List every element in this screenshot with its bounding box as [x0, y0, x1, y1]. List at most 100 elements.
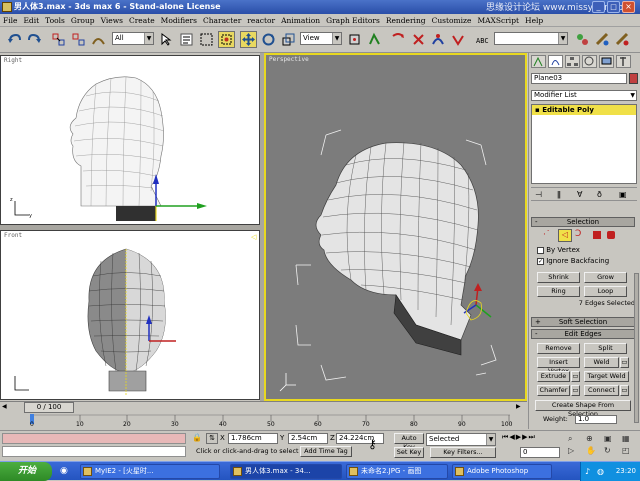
zoom-extents-all-icon[interactable]: ▦	[622, 434, 630, 443]
close-icon[interactable]: ×	[622, 1, 635, 13]
mirror-icon[interactable]	[390, 31, 407, 48]
menu-edit[interactable]: Edit	[20, 14, 42, 26]
pin-stack-icon[interactable]: ⊣	[535, 190, 542, 199]
command-panel-scrollbar[interactable]	[634, 273, 639, 423]
shrink-button[interactable]: Shrink	[537, 272, 580, 283]
make-unique-icon[interactable]: ∀	[577, 190, 582, 199]
create-tab-icon[interactable]	[531, 55, 546, 68]
zoom-icon[interactable]: ⌕	[568, 434, 572, 444]
arc-rotate-icon[interactable]: ↻	[604, 446, 611, 455]
modify-tab-icon[interactable]	[548, 55, 563, 68]
create-shape-button[interactable]: Create Shape From Selection	[535, 400, 631, 418]
chamfer-button[interactable]: Chamfer	[537, 385, 570, 396]
task-button[interactable]: 男人体3.max - 34...	[230, 464, 342, 479]
named-selection-dropdown[interactable]: ▼	[494, 32, 568, 45]
object-name-field[interactable]: Plane03	[531, 73, 627, 84]
chamfer-settings-icon[interactable]: ▭	[571, 385, 580, 396]
weld-settings-icon[interactable]: ▭	[620, 357, 629, 368]
absolute-mode-icon[interactable]: ⇅	[206, 433, 218, 444]
bind-space-warp-icon[interactable]	[90, 31, 107, 48]
menu-help[interactable]: Help	[522, 14, 546, 26]
volume-icon[interactable]: ♪	[585, 462, 590, 481]
target-weld-button[interactable]: Target Weld	[584, 371, 629, 382]
insert-vertex-button[interactable]: Insert Vertex	[537, 357, 580, 375]
display-tab-icon[interactable]	[599, 55, 614, 68]
task-button[interactable]: MyIE2 - [火星时...	[80, 464, 220, 479]
normal-align-icon[interactable]	[430, 31, 447, 48]
element-icon[interactable]	[607, 231, 615, 239]
network-icon[interactable]: ◍	[597, 462, 604, 481]
x-coord-field[interactable]: 1.786cm	[228, 433, 278, 444]
remove-button[interactable]: Remove	[537, 343, 580, 354]
show-end-result-icon[interactable]: ǁ	[557, 190, 561, 199]
key-mode-dropdown[interactable]: Selected ▼	[426, 433, 496, 446]
material-editor-icon[interactable]	[574, 31, 591, 48]
weight-field[interactable]: 1.0	[575, 415, 617, 424]
window-crossing-icon[interactable]	[218, 31, 235, 48]
menu-character[interactable]: Character	[200, 14, 244, 26]
pivot-center-icon[interactable]	[346, 31, 363, 48]
place-highlight-icon[interactable]	[450, 31, 467, 48]
menu-reactor[interactable]: reactor	[244, 14, 278, 26]
configure-sets-icon[interactable]: ▣	[619, 190, 627, 199]
redo-icon[interactable]	[26, 31, 43, 48]
menu-graph-editors[interactable]: Graph Editors	[323, 14, 383, 26]
pan-icon[interactable]: ✋	[586, 446, 596, 455]
rectangular-selection-icon[interactable]	[198, 31, 215, 48]
undo-icon[interactable]	[6, 31, 23, 48]
menu-rendering[interactable]: Rendering	[383, 14, 429, 26]
extrude-settings-icon[interactable]: ▭	[571, 371, 580, 382]
modifier-list-dropdown[interactable]: Modifier List ▼	[531, 90, 637, 101]
task-button[interactable]: Adobe Photoshop	[452, 464, 552, 479]
add-time-tag-button[interactable]: Add Time Tag	[300, 446, 352, 457]
key-icon[interactable]: ⚷	[368, 437, 386, 453]
by-vertex-checkbox[interactable]: By Vertex	[537, 246, 635, 256]
maxscript-listener[interactable]	[2, 433, 186, 444]
utilities-tab-icon[interactable]	[616, 55, 631, 68]
chevron-left-icon[interactable]: ◀	[2, 403, 10, 412]
connect-button[interactable]: Connect	[584, 385, 619, 396]
start-button[interactable]: 开始	[0, 462, 52, 481]
task-button[interactable]: 未命名2.JPG - 画图	[346, 464, 448, 479]
maxscript-mini-listener[interactable]	[2, 446, 186, 457]
extrude-button[interactable]: Extrude	[537, 371, 570, 382]
auto-key-button[interactable]: Auto Key	[394, 433, 424, 451]
current-frame-field[interactable]: 0	[520, 447, 560, 458]
edge-icon[interactable]: ◁	[558, 229, 572, 242]
menu-views[interactable]: Views	[98, 14, 126, 26]
ring-button[interactable]: Ring	[537, 286, 580, 297]
reference-coordinate-dropdown[interactable]: View ▼	[300, 32, 342, 45]
menu-animation[interactable]: Animation	[278, 14, 323, 26]
quick-render-icon[interactable]	[614, 31, 631, 48]
go-to-end-icon[interactable]: ⏭	[528, 433, 535, 441]
border-icon[interactable]: Ↄ	[575, 229, 588, 242]
quick-launch-icon[interactable]: ◉	[60, 466, 72, 477]
minimize-icon[interactable]: _	[592, 1, 605, 13]
grow-button[interactable]: Grow	[584, 272, 627, 283]
align-icon[interactable]	[410, 31, 427, 48]
selection-filter-dropdown[interactable]: All ▼	[112, 32, 154, 45]
menu-group[interactable]: Group	[68, 14, 98, 26]
edit-edges-rollout-header[interactable]: - Edit Edges	[531, 329, 635, 339]
motion-tab-icon[interactable]	[582, 55, 597, 68]
unlink-icon[interactable]	[70, 31, 87, 48]
select-and-rotate-icon[interactable]	[260, 31, 277, 48]
named-selection-icon[interactable]: ABC	[474, 31, 491, 48]
render-scene-icon[interactable]	[594, 31, 611, 48]
weld-button[interactable]: Weld	[584, 357, 619, 368]
y-coord-field[interactable]: 2.54cm	[288, 433, 328, 444]
hierarchy-tab-icon[interactable]	[565, 55, 580, 68]
select-object-icon[interactable]	[158, 31, 175, 48]
maximize-viewport-icon[interactable]: ◰	[622, 446, 630, 455]
loop-button[interactable]: Loop	[584, 286, 627, 297]
menu-create[interactable]: Create	[126, 14, 158, 26]
viewport-front[interactable]: Front ◁	[0, 230, 260, 400]
stack-item-editable-poly[interactable]: ▪ Editable Poly	[532, 105, 636, 115]
checkbox-checked[interactable]: ✓	[537, 257, 544, 265]
track-bar[interactable]: 0 10 20 30 40 50 60 70 80 90 100	[0, 413, 527, 430]
key-filters-button[interactable]: Key Filters...	[430, 447, 496, 458]
menu-tools[interactable]: Tools	[42, 14, 68, 26]
menu-customize[interactable]: Customize	[429, 14, 475, 26]
time-slider[interactable]: ◀ 0 / 100 ▶	[0, 401, 527, 413]
viewport-perspective[interactable]: Perspective	[264, 53, 527, 401]
